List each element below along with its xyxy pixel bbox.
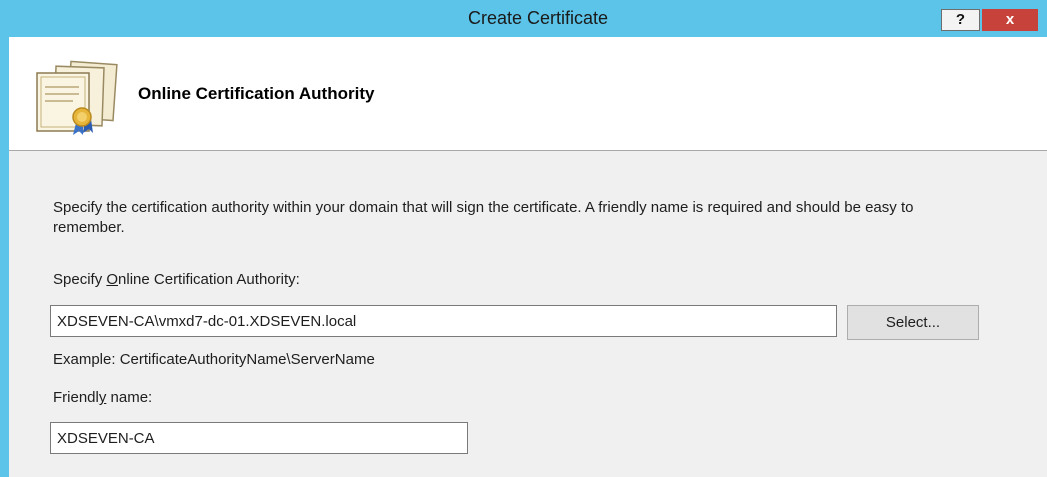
- dialog-header: Online Certification Authority: [9, 37, 1047, 151]
- friendly-label-suffix: name:: [106, 389, 153, 406]
- friendly-name-label: Friendly name:: [53, 389, 152, 406]
- example-text: Example: CertificateAuthorityName\Server…: [53, 351, 375, 368]
- window-title: Create Certificate: [467, 8, 609, 28]
- window-frame-left: [0, 0, 9, 477]
- friendly-name-input[interactable]: [50, 422, 468, 454]
- ca-input[interactable]: [50, 305, 837, 337]
- dialog-content: Specify the certification authority with…: [9, 151, 1047, 477]
- help-button[interactable]: ?: [941, 9, 980, 31]
- ca-label-prefix: Specify: [53, 271, 107, 288]
- close-button[interactable]: x: [982, 9, 1038, 31]
- header-title: Online Certification Authority: [138, 84, 375, 103]
- certificate-icon: [36, 60, 118, 135]
- friendly-label-prefix: Friendl: [53, 389, 99, 406]
- title-bar[interactable]: Create Certificate ? x: [9, 0, 1047, 37]
- ca-label: Specify Online Certification Authority:: [53, 271, 300, 288]
- ca-label-suffix: nline Certification Authority:: [118, 271, 300, 288]
- ca-label-access-key: O: [106, 271, 119, 288]
- select-button[interactable]: Select...: [847, 305, 979, 340]
- description-text: Specify the certification authority with…: [53, 199, 914, 236]
